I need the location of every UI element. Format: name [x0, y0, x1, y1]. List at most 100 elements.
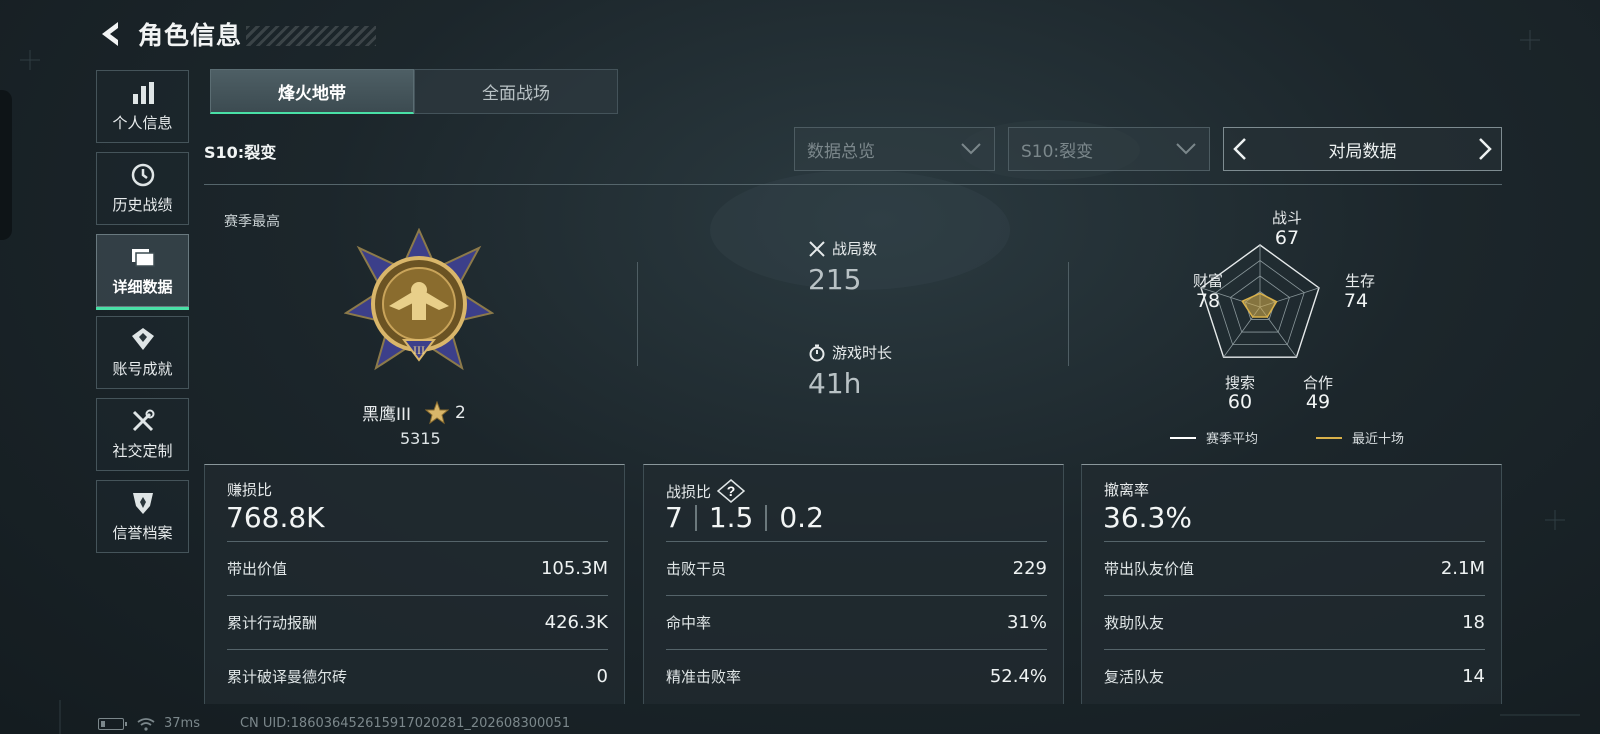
matches-stat: 战局数 215 — [808, 238, 877, 296]
sidebar: 个人信息 历史战绩 详细数据 账号成就 社交定制 信誉档案 — [96, 70, 189, 562]
row-value: 2.1M — [1440, 558, 1485, 579]
tab-warzone[interactable]: 烽火地带 — [210, 69, 414, 114]
row-label: 击败干员 — [666, 560, 727, 578]
row-value: 52.4% — [989, 666, 1047, 687]
tab-full-battlefield[interactable]: 全面战场 — [414, 69, 618, 114]
mode-tabs: 烽火地带 全面战场 — [210, 69, 618, 114]
chevron-down-icon — [1176, 143, 1196, 155]
rank-score: 5315 — [400, 429, 441, 448]
wifi-icon — [137, 717, 155, 731]
legend-swatch-white — [1170, 436, 1196, 439]
card-big-value: 7 1.5 0.2 — [665, 501, 824, 534]
row-value: 14 — [1462, 666, 1485, 687]
legend-season-average: 赛季平均 — [1170, 428, 1258, 447]
radar-value-wealth: 78 — [1195, 290, 1221, 312]
page-title: 角色信息 — [138, 21, 243, 50]
season-best-label: 赛季最高 — [224, 214, 280, 230]
row-label: 精准击败率 — [666, 668, 742, 686]
card-row: 带出价值 105.3M — [227, 541, 608, 595]
row-label: 救助队友 — [1104, 614, 1165, 632]
card-row: 复活队友 14 — [1104, 649, 1485, 703]
matches-value: 215 — [808, 263, 862, 296]
rank-stars: 2 — [455, 402, 466, 423]
title-decoration — [246, 26, 377, 46]
card-big-value: 36.3% — [1103, 501, 1192, 534]
ability-radar: 战斗 67 生存 74 合作 49 搜索 60 财富 78 — [1190, 205, 1430, 440]
sidebar-item-social[interactable]: 社交定制 — [96, 398, 189, 471]
rank-medal-icon: III — [344, 228, 494, 371]
sidebar-item-personal-info[interactable]: 个人信息 — [96, 70, 189, 143]
card-row: 命中率 31% — [666, 595, 1047, 649]
radar-label-survival: 生存 — [1344, 272, 1375, 290]
card-row: 击败干员 229 — [666, 541, 1047, 595]
card-extraction-rate: 撤离率 36.3% 带出队友价值 2.1M 救助队友 18 复活队友 14 — [1081, 464, 1502, 704]
sidebar-item-label: 信誉档案 — [112, 524, 173, 542]
radar-value-survival: 74 — [1343, 290, 1369, 312]
season-label: S10:裂变 — [204, 143, 277, 162]
data-type-switcher: 对局数据 — [1223, 127, 1502, 171]
stopwatch-icon — [809, 344, 825, 361]
season-dropdown[interactable]: S10:裂变 — [1008, 127, 1210, 171]
overview-dropdown[interactable]: 数据总览 — [794, 127, 995, 171]
row-label: 带出队友价值 — [1104, 560, 1195, 578]
row-value: 426.3K — [544, 612, 608, 633]
chevron-right-icon[interactable] — [1477, 137, 1493, 161]
playtime-label: 游戏时长 — [832, 344, 893, 362]
legend-swatch-gold — [1316, 436, 1342, 439]
battery-icon — [98, 717, 127, 730]
radar-value-combat: 67 — [1274, 227, 1300, 249]
vertical-divider — [637, 262, 638, 366]
card-row: 精准击败率 52.4% — [666, 649, 1047, 703]
svg-text:III: III — [413, 343, 425, 357]
help-icon[interactable]: ? — [717, 479, 746, 503]
row-value: 229 — [1012, 558, 1047, 579]
legend-label: 最近十场 — [1352, 432, 1405, 447]
chevron-left-icon[interactable] — [1232, 137, 1248, 161]
help-icon-glyph: ? — [727, 483, 736, 499]
radar-label-wealth: 财富 — [1192, 272, 1223, 290]
radar-value-search: 60 — [1227, 391, 1253, 413]
back-arrow-icon[interactable] — [98, 19, 124, 49]
row-value: 31% — [1006, 612, 1047, 633]
card-title: 赚损比 — [227, 481, 273, 499]
legend-recent-ten: 最近十场 — [1316, 428, 1404, 447]
ping-value: 37ms — [164, 716, 200, 731]
kd-separator — [694, 504, 697, 531]
sidebar-item-detailed-data[interactable]: 详细数据 — [96, 234, 189, 310]
kd-separator — [765, 504, 768, 531]
page-header: 角色信息 — [98, 14, 377, 54]
legend-label: 赛季平均 — [1206, 432, 1259, 447]
bar-chart-icon — [132, 82, 154, 104]
sidebar-item-achievements[interactable]: 账号成就 — [96, 316, 189, 389]
rank-info: 黑鹰III 2 — [362, 400, 466, 425]
sidebar-item-reputation[interactable]: 信誉档案 — [96, 480, 189, 553]
card-row: 救助队友 18 — [1104, 595, 1485, 649]
row-value: 18 — [1462, 612, 1485, 633]
section-divider — [204, 184, 1502, 185]
row-label: 累计行动报酬 — [227, 614, 318, 632]
vertical-divider — [1068, 262, 1069, 366]
row-label: 复活队友 — [1104, 668, 1165, 686]
star-icon — [425, 400, 450, 424]
row-label: 带出价值 — [227, 560, 288, 578]
playtime-stat: 游戏时长 41h — [808, 342, 892, 400]
chevron-down-icon — [961, 143, 981, 155]
kd-part: 0.2 — [779, 501, 824, 534]
status-bar: 37ms CN UID:18603645261591702028​1_20260… — [98, 716, 570, 731]
playtime-value: 41h — [808, 367, 862, 400]
card-row: 累计行动报酬 426.3K — [227, 595, 608, 649]
rank-name: 黑鹰III — [362, 405, 412, 425]
sidebar-item-history[interactable]: 历史战绩 — [96, 152, 189, 225]
kd-part: 7 — [665, 501, 683, 534]
sidebar-item-label: 详细数据 — [112, 278, 173, 296]
radar-value-cooperation: 49 — [1305, 391, 1331, 413]
card-title: 撤离率 — [1104, 481, 1150, 499]
radar-label-search: 搜索 — [1224, 374, 1255, 392]
radar-label-cooperation: 合作 — [1302, 374, 1333, 392]
left-edge-handle — [0, 90, 12, 240]
sidebar-item-label: 历史战绩 — [112, 196, 173, 214]
folder-icon — [131, 249, 155, 267]
achievement-icon — [131, 328, 154, 350]
radar-label-combat: 战斗 — [1271, 209, 1302, 227]
sidebar-item-label: 社交定制 — [112, 442, 173, 460]
